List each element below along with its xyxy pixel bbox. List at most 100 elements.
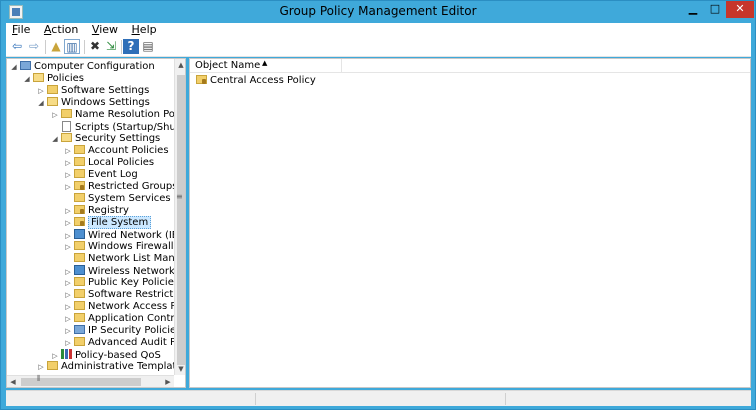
tree-item-windows-settings[interactable]: ◢ Windows Settings: [37, 97, 150, 109]
toolbar-separator: [121, 40, 122, 54]
expand-icon[interactable]: ▷: [64, 241, 72, 253]
tree-item-software-settings[interactable]: ▷ Software Settings: [37, 85, 149, 97]
menu-view[interactable]: View: [92, 23, 118, 37]
tree-vertical-scrollbar[interactable]: ▲ ≡ ▼: [174, 59, 185, 375]
expand-icon[interactable]: ▷: [64, 289, 72, 301]
scroll-left-icon[interactable]: ◀: [7, 376, 19, 387]
tree-item-name-resolution-policy[interactable]: ▷ Name Resolution Policy: [51, 109, 185, 121]
policy-folder-icon: [74, 217, 85, 226]
collapse-icon[interactable]: ◢: [23, 73, 31, 85]
expand-icon[interactable]: ▷: [64, 181, 72, 193]
folder-icon: [74, 157, 85, 166]
expand-icon[interactable]: ▷: [37, 361, 45, 373]
computer-icon: [20, 61, 31, 70]
collapse-icon[interactable]: ◢: [51, 133, 59, 145]
back-arrow-icon[interactable]: ⇦: [9, 39, 25, 54]
tree-item-account-policies[interactable]: ▷ Account Policies: [64, 145, 169, 157]
tree-item-event-log[interactable]: ▷ Event Log: [64, 169, 138, 181]
toolbar: ⇦ ⇨ ▲ ▥ ✖ ⇲ ? ▤: [6, 37, 751, 57]
app-window: Group Policy Management Editor ▁ □ ✕ Fil…: [0, 0, 756, 410]
forward-arrow-icon[interactable]: ⇨: [26, 39, 42, 54]
tree-item-software-restriction[interactable]: ▷Software Restriction Pol: [64, 289, 185, 301]
maximize-button[interactable]: □: [704, 1, 726, 18]
folder-icon: [74, 145, 85, 154]
menu-action[interactable]: Action: [44, 23, 78, 37]
tree-item-administrative-templates[interactable]: ▷Administrative Templates: Polic: [37, 361, 185, 373]
policy-folder-icon: [74, 205, 85, 214]
tree-item-policies[interactable]: ◢ Policies: [23, 73, 84, 85]
tree-item-application-control[interactable]: ▷Application Control Pol: [64, 313, 185, 325]
tree-item-policy-based-qos[interactable]: ▷ Policy-based QoS: [51, 349, 161, 361]
expand-icon[interactable]: ▷: [64, 217, 72, 229]
qos-chart-icon: [61, 349, 72, 359]
tree-item-windows-firewall[interactable]: ▷Windows Firewall with A: [64, 241, 185, 253]
expand-icon[interactable]: ▷: [64, 205, 72, 217]
scroll-right-icon[interactable]: ▶: [162, 376, 174, 387]
tree-item-scripts[interactable]: Scripts (Startup/Shutdown): [51, 121, 185, 133]
collapse-icon[interactable]: ◢: [37, 97, 45, 109]
help-icon[interactable]: ?: [123, 39, 139, 54]
tree-item-advanced-audit[interactable]: ▷Advanced Audit Policy: [64, 337, 185, 349]
expand-icon[interactable]: ▷: [64, 157, 72, 169]
tree-item-restricted-groups[interactable]: ▷ Restricted Groups: [64, 181, 177, 193]
tree-item-wireless-network[interactable]: ▷Wireless Network (IEEE 8: [64, 265, 185, 277]
wireless-network-icon: [74, 265, 85, 275]
export-list-icon[interactable]: ⇲: [103, 39, 119, 54]
folder-icon: [47, 85, 58, 94]
expand-icon[interactable]: ▷: [64, 325, 72, 337]
folder-open-icon: [33, 73, 44, 82]
expand-icon[interactable]: ▷: [64, 169, 72, 181]
menu-help[interactable]: Help: [132, 23, 157, 37]
console-tree[interactable]: ◢ Computer Configuration ◢ Policies ▷ Softw…: [6, 58, 186, 388]
status-bar: [6, 390, 751, 406]
tree-item-system-services[interactable]: System Services: [64, 193, 171, 205]
tree-item-network-access-protection[interactable]: ▷Network Access Protect: [64, 301, 185, 313]
tree-item-security-settings[interactable]: ◢ Security Settings: [51, 133, 160, 145]
folder-icon: [74, 337, 85, 346]
minimize-button[interactable]: ▁: [682, 1, 704, 18]
expand-icon[interactable]: ▷: [64, 277, 72, 289]
tree-item-ip-security[interactable]: ▷IP Security Policies on A: [64, 325, 185, 337]
expand-icon[interactable]: ▷: [51, 109, 59, 121]
vertical-scroll-thumb[interactable]: [177, 75, 185, 365]
tree-item-network-list-manager[interactable]: Network List Manager P: [64, 253, 185, 265]
status-segment: [6, 393, 256, 405]
up-folder-icon[interactable]: ▲: [48, 39, 64, 54]
expand-icon[interactable]: ▷: [64, 313, 72, 325]
tree-item-wired-network[interactable]: ▷Wired Network (IEEE 802: [64, 229, 185, 241]
scroll-up-icon[interactable]: ▲: [175, 59, 185, 71]
folder-icon: [74, 253, 85, 262]
folder-icon: [74, 289, 85, 298]
tree-item-file-system[interactable]: ▷ File System: [64, 216, 152, 229]
list-item[interactable]: Central Access Policy: [194, 74, 316, 87]
toolbar-separator: [84, 40, 85, 54]
close-button[interactable]: ✕: [726, 1, 754, 18]
show-hide-console-tree-icon[interactable]: ▥: [64, 39, 80, 54]
expand-icon[interactable]: ▷: [64, 337, 72, 349]
scroll-down-icon[interactable]: ▼: [175, 363, 185, 375]
tree-horizontal-scrollbar[interactable]: ◀ ⦀ ▶: [7, 374, 174, 387]
delete-icon[interactable]: ✖: [87, 39, 103, 54]
details-pane[interactable]: Object Name ▲ Central Access Policy: [189, 58, 751, 388]
collapse-icon[interactable]: ◢: [10, 61, 18, 73]
tree-item-computer-configuration[interactable]: ◢ Computer Configuration: [10, 61, 155, 73]
menu-file[interactable]: File: [12, 23, 30, 37]
title-bar[interactable]: Group Policy Management Editor ▁ □ ✕: [1, 1, 755, 23]
selected-tree-label: File System: [88, 216, 152, 229]
expand-icon[interactable]: ▷: [64, 301, 72, 313]
tree-item-local-policies[interactable]: ▷ Local Policies: [64, 157, 154, 169]
expand-icon[interactable]: ▷: [37, 85, 45, 97]
toolbar-separator: [45, 40, 46, 54]
folder-icon: [74, 193, 85, 202]
column-header-object-name[interactable]: Object Name ▲: [190, 59, 342, 72]
security-folder-icon: [61, 133, 72, 142]
menu-bar: File Action View Help: [6, 23, 751, 37]
document-icon: [62, 121, 71, 132]
properties-icon[interactable]: ▤: [140, 39, 156, 54]
network-icon: [74, 229, 85, 239]
folder-open-icon: [47, 97, 58, 106]
tree-item-public-key-policies[interactable]: ▷ Public Key Policies: [64, 277, 179, 289]
folder-icon: [74, 169, 85, 178]
folder-icon: [47, 361, 58, 370]
expand-icon[interactable]: ▷: [64, 145, 72, 157]
